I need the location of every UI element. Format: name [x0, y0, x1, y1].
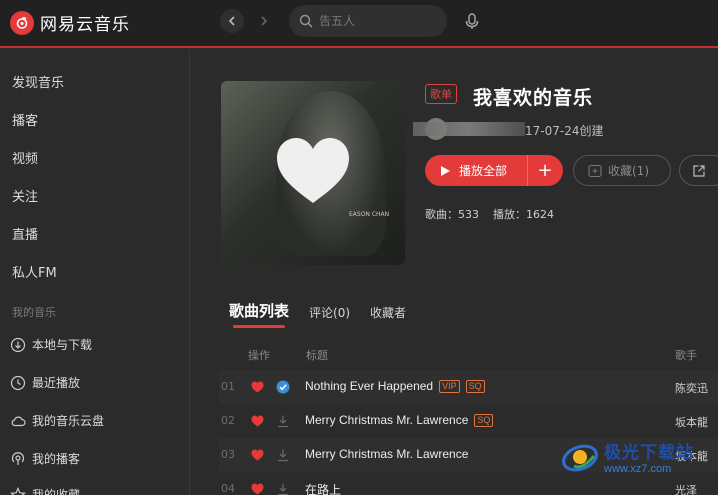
download-icon[interactable] — [276, 414, 290, 428]
voice-search-icon[interactable] — [462, 11, 482, 31]
sidebar-item-my-podcast[interactable]: 我的播客 — [10, 450, 80, 467]
watermark-text: 极光下载站 www.xz7.com — [604, 438, 694, 475]
playlist-badge: 歌单 — [425, 84, 457, 104]
sidebar-item-podcast[interactable]: 播客 — [12, 110, 38, 129]
table-row[interactable]: 02 Merry Christmas Mr. Lawrence SQ 坂本龍 — [219, 404, 718, 438]
top-bar: 网易云音乐 — [0, 0, 718, 48]
chevron-left-icon — [228, 16, 235, 26]
forward-button[interactable] — [252, 9, 276, 33]
sidebar-item-label: 最近播放 — [32, 376, 81, 390]
cover-artist-text: EASON CHAN — [349, 211, 390, 218]
heart-icon[interactable] — [251, 449, 264, 461]
sidebar-item-discover[interactable]: 发现音乐 — [12, 72, 64, 91]
collect-label: 收藏(1) — [608, 164, 649, 178]
sidebar-item-recent[interactable]: 最近播放 — [10, 374, 80, 391]
search-icon — [299, 14, 313, 28]
sidebar-item-follow[interactable]: 关注 — [12, 186, 38, 205]
vip-tag: VIP — [439, 379, 460, 393]
download-icon[interactable] — [276, 482, 290, 495]
row-number: 02 — [221, 414, 235, 427]
play-count: 播放：1624 — [493, 208, 554, 221]
heart-icon[interactable] — [251, 483, 264, 495]
header-title[interactable]: 标题 — [306, 347, 328, 363]
share-icon — [693, 164, 705, 177]
play-icon — [441, 165, 450, 176]
downloaded-check-icon — [276, 380, 290, 394]
clock-icon — [10, 375, 26, 390]
sidebar-item-local-download[interactable]: 本地与下载 — [10, 336, 92, 353]
tab-collectors[interactable]: 收藏者 — [370, 304, 406, 321]
share-button[interactable] — [679, 155, 718, 186]
sidebar-item-label: 我的收藏 — [32, 488, 81, 495]
song-title-text: Merry Christmas Mr. Lawrence — [305, 413, 469, 427]
sidebar-item-fm[interactable]: 私人FM — [12, 262, 57, 281]
add-folder-icon — [588, 164, 602, 177]
tab-song-list[interactable]: 歌曲列表 — [229, 300, 289, 328]
song-title: Merry Christmas Mr. Lawrence — [305, 447, 468, 461]
song-count: 歌曲：533 — [425, 208, 479, 221]
sq-tag: SQ — [474, 413, 494, 427]
sidebar: 发现音乐 播客 视频 关注 直播 私人FM 我的音乐 本地与下载 最近播放 我的… — [0, 50, 190, 495]
creator-name-redacted[interactable] — [413, 122, 525, 136]
heart-icon[interactable] — [251, 381, 264, 393]
song-title: Nothing Ever Happened VIP SQ — [305, 379, 485, 393]
play-all-button-group: 播放全部 + — [425, 155, 563, 186]
playlist-stats: 歌曲：533 播放：1624 — [425, 206, 554, 222]
created-date: 17-07-24创建 — [525, 124, 604, 138]
row-number: 01 — [221, 380, 235, 393]
app-title: 网易云音乐 — [40, 15, 130, 35]
song-title: Merry Christmas Mr. Lawrence SQ — [305, 413, 494, 427]
row-number: 04 — [221, 482, 235, 495]
play-all-button[interactable]: 播放全部 — [425, 155, 528, 186]
header-ops: 操作 — [248, 349, 270, 362]
table-header: 操作 标题 歌手 — [191, 347, 718, 363]
song-artist[interactable]: 光泽 — [675, 482, 697, 495]
sidebar-item-label: 我的音乐云盘 — [32, 414, 105, 428]
song-title: 在路上 — [305, 481, 341, 495]
sidebar-item-my-collection[interactable]: 我的收藏 — [10, 486, 80, 495]
netease-logo-icon — [10, 10, 34, 35]
download-icon[interactable] — [276, 448, 290, 462]
play-all-label: 播放全部 — [459, 164, 508, 178]
row-number: 03 — [221, 448, 235, 461]
main-panel: EASON CHAN 歌单 我喜欢的音乐 17-07-24创建 播放全部 + 收… — [191, 50, 718, 495]
sidebar-item-cloud[interactable]: 我的音乐云盘 — [10, 412, 104, 429]
collect-button[interactable]: 收藏(1) — [573, 155, 671, 186]
search-input[interactable] — [319, 14, 439, 28]
sidebar-item-live[interactable]: 直播 — [12, 224, 38, 243]
download-circle-icon — [10, 337, 26, 352]
heart-icon — [277, 138, 349, 203]
back-button[interactable] — [220, 9, 244, 33]
song-title-text: Merry Christmas Mr. Lawrence — [305, 447, 469, 461]
playlist-title: 我喜欢的音乐 — [473, 87, 594, 109]
sq-tag: SQ — [465, 379, 485, 393]
playlist-cover[interactable]: EASON CHAN — [221, 81, 405, 265]
tab-bar: 歌曲列表 评论(0) 收藏者 — [229, 300, 426, 328]
watermark-name: 极光下载站 — [604, 442, 694, 463]
watermark: 极光下载站 www.xz7.com — [560, 436, 694, 476]
watermark-logo-icon — [562, 444, 598, 472]
song-title-text: 在路上 — [305, 483, 342, 495]
sidebar-item-video[interactable]: 视频 — [12, 148, 38, 167]
podcast-icon — [11, 451, 25, 465]
add-to-queue-button[interactable]: + — [528, 155, 562, 186]
heart-icon[interactable] — [251, 415, 264, 427]
sidebar-item-label: 本地与下载 — [32, 338, 93, 352]
app-logo[interactable]: 网易云音乐 — [10, 10, 130, 35]
tab-comments[interactable]: 评论(0) — [309, 304, 350, 321]
watermark-url: www.xz7.com — [604, 462, 672, 475]
table-row[interactable]: 01 Nothing Ever Happened VIP SQ 陈奕迅 — [219, 370, 718, 404]
cloud-icon — [11, 416, 26, 426]
search-box[interactable] — [289, 5, 447, 37]
song-artist[interactable]: 陈奕迅 — [675, 380, 708, 396]
sidebar-section-my-music: 我的音乐 — [12, 306, 56, 319]
sidebar-item-label: 我的播客 — [32, 452, 81, 466]
chevron-right-icon — [261, 16, 268, 26]
star-icon — [10, 486, 26, 495]
song-title-text: Nothing Ever Happened — [305, 379, 434, 393]
song-artist[interactable]: 坂本龍 — [675, 414, 708, 430]
header-artist[interactable]: 歌手 — [675, 347, 697, 363]
